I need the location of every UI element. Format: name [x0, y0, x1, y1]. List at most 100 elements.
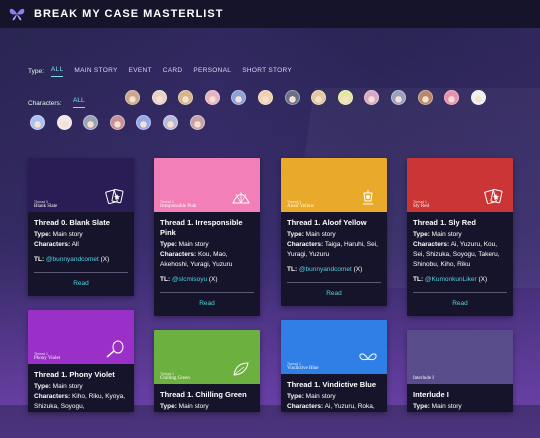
- card-characters: Characters: Ai, Yuzuru, Roka,: [287, 402, 381, 412]
- character-avatar[interactable]: [30, 115, 45, 130]
- site-title[interactable]: BREAK MY CASE MASTERLIST: [34, 8, 223, 20]
- cards-icon: [105, 188, 124, 205]
- card-title[interactable]: Thread 0. Blank Slate: [34, 218, 128, 228]
- character-avatar[interactable]: [204, 90, 220, 105]
- butterfly-icon: [359, 353, 377, 361]
- characters-value: All: [71, 241, 79, 248]
- type-key: Type:: [34, 383, 51, 390]
- type-filter-event[interactable]: EVENT: [129, 67, 152, 77]
- card-title[interactable]: Thread 1. Vindictive Blue: [287, 380, 381, 390]
- character-avatar[interactable]: [56, 115, 72, 130]
- cover-name: Blank Slate: [34, 204, 58, 209]
- thread-card[interactable]: Thread 0 Blank Slate Thread 0. Blank Slate…: [28, 158, 134, 296]
- card-type: Type: Main story: [413, 230, 507, 240]
- character-avatar[interactable]: [417, 90, 433, 105]
- characters-key: Characters:: [287, 403, 324, 410]
- type-key: Type:: [287, 393, 304, 400]
- cover-name: Chilling Green: [160, 376, 190, 381]
- type-filter-all[interactable]: ALL: [50, 66, 64, 77]
- card-title[interactable]: Thread 1. Aloof Yellow: [287, 218, 381, 228]
- card-cover[interactable]: Thread 1 Aloof Yellow: [281, 158, 387, 212]
- type-key: Type:: [413, 403, 430, 410]
- translator-note[interactable]: (X): [354, 266, 363, 273]
- translator-link[interactable]: @slcmisoyu: [172, 276, 207, 283]
- character-avatar[interactable]: [163, 115, 178, 130]
- thread-card[interactable]: Thread 1 Chilling Green Thread 1. Chilling…: [154, 330, 260, 412]
- character-avatar[interactable]: [391, 90, 406, 105]
- card-title[interactable]: Thread 1. Sly Red: [413, 218, 507, 228]
- type-value: Main story: [431, 231, 462, 238]
- type-key: Type:: [413, 231, 430, 238]
- read-link[interactable]: Read: [160, 299, 254, 316]
- card-type: Type: Main story: [160, 240, 254, 250]
- translator-note[interactable]: (X): [209, 276, 218, 283]
- card-type: Type: Main story: [287, 230, 381, 240]
- card-type: Type: Main story: [34, 230, 128, 240]
- card-title[interactable]: Interlude I: [413, 390, 507, 400]
- type-filter-card[interactable]: CARD: [163, 67, 183, 77]
- character-avatar[interactable]: [151, 90, 167, 105]
- card-characters: Characters: Ai, Yuzuru, Kou, Sei, Shizuk…: [413, 240, 507, 270]
- card-characters: Characters: Kou, Mao, Akehoshi, Yuragi, …: [160, 250, 254, 270]
- card-body: Interlude I Type: Main story: [407, 384, 513, 412]
- type-value: Main story: [305, 393, 336, 400]
- character-filter-all[interactable]: ALL: [73, 97, 85, 108]
- type-key: Type:: [287, 231, 304, 238]
- characters-value: Ai, Yuzuru, Roka,: [324, 403, 375, 410]
- thread-card[interactable]: Thread 1 Aloof Yellow Thread 1. Aloof Yell…: [281, 158, 387, 306]
- thread-card[interactable]: Thread 1 Phony Violet Thread 1. Phony Viol…: [28, 310, 134, 412]
- characters-label: Characters:: [28, 100, 62, 107]
- card-cover[interactable]: Thread 1 Vindictive Blue: [281, 320, 387, 374]
- card-body: Thread 0. Blank Slate Type: Main story Cha…: [28, 212, 134, 296]
- card-body: Thread 1. Chilling Green Type: Main story: [154, 384, 260, 412]
- card-cover[interactable]: Thread 1 Irresponsible Pink: [154, 158, 260, 212]
- card-cover[interactable]: Thread 1 Sly Red: [407, 158, 513, 212]
- mirror-icon: [106, 340, 124, 358]
- type-key: Type:: [160, 241, 177, 248]
- translator-link[interactable]: @bunnyandcomet: [46, 256, 99, 263]
- type-label: Type:: [28, 68, 44, 75]
- type-filter-main-story[interactable]: MAIN STORY: [74, 67, 117, 77]
- card-divider: [34, 272, 128, 273]
- translator-note[interactable]: (X): [479, 276, 488, 283]
- card-characters: Characters: Taiga, Haruhi, Sei, Yuragi, …: [287, 240, 381, 260]
- read-link[interactable]: Read: [413, 299, 507, 316]
- translator-note[interactable]: (X): [101, 256, 110, 263]
- type-filter: Type: ALL MAIN STORY EVENT CARD PERSONAL…: [28, 66, 303, 77]
- character-avatar[interactable]: [470, 90, 486, 105]
- type-filter-personal[interactable]: PERSONAL: [193, 67, 231, 77]
- thread-card[interactable]: Thread 1 Vindictive Blue Thread 1. Vindict…: [281, 320, 387, 412]
- thread-card[interactable]: Thread 1 Sly Red Thread 1. Sly Red Type: Ma…: [407, 158, 513, 316]
- butterfly-logo-icon[interactable]: [9, 7, 25, 21]
- read-link[interactable]: Read: [34, 279, 128, 296]
- characters-key: Characters:: [160, 251, 197, 258]
- read-link[interactable]: Read: [287, 289, 381, 306]
- thread-card[interactable]: Thread 1 Irresponsible Pink Thread 1. Irre…: [154, 158, 260, 316]
- type-key: Type:: [34, 231, 51, 238]
- character-avatar[interactable]: [109, 115, 125, 130]
- translator-link[interactable]: @KumonkunLiker: [425, 276, 477, 283]
- character-avatar[interactable]: [258, 90, 273, 105]
- character-avatar[interactable]: [189, 115, 205, 130]
- type-value: Main story: [431, 403, 462, 410]
- card-cover[interactable]: Interlude I: [407, 330, 513, 384]
- cover-name: Sly Red: [413, 204, 429, 209]
- character-avatar[interactable]: [284, 90, 300, 105]
- character-avatar[interactable]: [125, 90, 140, 105]
- character-avatar[interactable]: [337, 90, 353, 105]
- translator-link[interactable]: @bunnyandcomet: [299, 266, 352, 273]
- card-cover[interactable]: Thread 1 Phony Violet: [28, 310, 134, 364]
- card-translator: TL: @slcmisoyu (X): [160, 275, 254, 285]
- type-filter-short-story[interactable]: SHORT STORY: [242, 67, 292, 77]
- thread-card[interactable]: Interlude I Interlude I Type: Main story: [407, 330, 513, 412]
- card-cover[interactable]: Thread 1 Chilling Green: [154, 330, 260, 384]
- card-body: Thread 1. Vindictive Blue Type: Main stor…: [281, 374, 387, 412]
- type-value: Main story: [52, 383, 83, 390]
- card-characters: Characters: All: [34, 240, 128, 250]
- card-title[interactable]: Thread 1. Chilling Green: [160, 390, 254, 400]
- type-key: Type:: [160, 403, 177, 410]
- card-title[interactable]: Thread 1. Irresponsible Pink: [160, 218, 254, 238]
- card-title[interactable]: Thread 1. Phony Violet: [34, 370, 128, 380]
- card-cover[interactable]: Thread 0 Blank Slate: [28, 158, 134, 212]
- card-type: Type: Main story: [160, 402, 254, 412]
